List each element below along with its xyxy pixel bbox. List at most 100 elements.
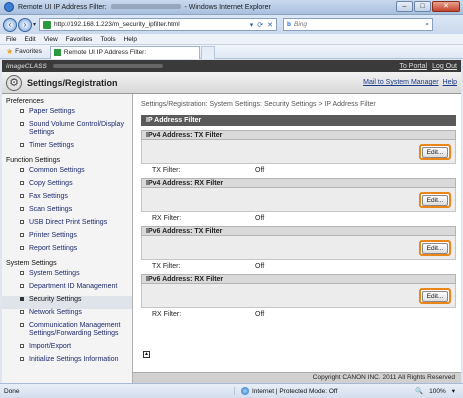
address-url[interactable]: http://192.168.1.223/m_security_ipfilter… [54, 21, 246, 28]
bullet-icon [20, 271, 24, 275]
favorites-bar: ★ Favorites Remote UI IP Address Filter: [0, 45, 463, 59]
setting-row: RX Filter: Off [141, 212, 456, 226]
page-header: ⚙ Settings/Registration Mail to System M… [2, 72, 461, 94]
menu-help[interactable]: Help [124, 36, 137, 43]
page-icon [43, 20, 52, 29]
menu-tools[interactable]: Tools [100, 36, 115, 43]
setting-row: RX Filter: Off [141, 308, 456, 322]
maximize-button[interactable]: □ [414, 1, 431, 12]
zone-text: Internet | Protected Mode: Off [252, 387, 338, 395]
ipv6-tx-edit-button[interactable]: Edit... [419, 240, 451, 256]
zoom-level: 100% [429, 387, 446, 395]
search-input[interactable]: Bing [294, 21, 425, 28]
stop-icon[interactable]: ✕ [267, 21, 273, 29]
close-button[interactable]: ✕ [432, 1, 460, 12]
menu-edit[interactable]: Edit [24, 36, 35, 43]
back-button[interactable]: ‹ [3, 17, 17, 32]
scroll-to-top-icon[interactable]: ▲ [143, 351, 150, 358]
sidebar-item-report-settings[interactable]: Report Settings [2, 245, 132, 258]
bullet-icon [20, 220, 24, 224]
redacted-model-name [110, 4, 181, 10]
bullet-icon [20, 143, 24, 147]
group-toolbar: Edit... [141, 284, 456, 308]
sidebar-item-sound-volume[interactable]: Sound Volume Control/Display Settings [2, 121, 132, 142]
forward-button[interactable]: › [18, 17, 32, 32]
page-header-title: Settings/Registration [27, 77, 118, 88]
sidebar-item-printer-settings[interactable]: Printer Settings [2, 232, 132, 245]
tab-page-icon [53, 49, 61, 56]
sidebar-item-fax-settings[interactable]: Fax Settings [2, 193, 132, 206]
ipv4-rx-edit-button[interactable]: Edit... [419, 192, 451, 208]
redacted-device-model [52, 64, 163, 68]
menu-view[interactable]: View [44, 36, 58, 43]
sidebar-item-security-settings[interactable]: Security Settings [2, 296, 132, 309]
group-title: IPv4 Address: TX Filter [141, 130, 456, 140]
new-tab-button[interactable] [200, 45, 215, 59]
bullet-icon [20, 181, 24, 185]
sidebar-item-communication-management[interactable]: Communication Management Settings/Forwar… [2, 322, 132, 343]
help-link[interactable]: Help [443, 79, 457, 86]
to-portal-link[interactable]: To Portal [399, 63, 427, 70]
favorites-button[interactable]: Favorites [15, 48, 42, 55]
sidebar-section-system: System Settings [6, 260, 57, 267]
browser-tab[interactable]: Remote UI IP Address Filter: [49, 45, 200, 59]
zoom-dropdown-icon[interactable]: ▾ [452, 387, 455, 395]
ipv4-rx-filter-group: IPv4 Address: RX Filter Edit... RX Filte… [141, 178, 456, 226]
sidebar-item-initialize-settings[interactable]: Initialize Settings Information [2, 356, 132, 369]
setting-value: Off [255, 215, 265, 222]
group-title: IPv4 Address: RX Filter [141, 178, 456, 188]
window-controls: – □ ✕ [396, 1, 460, 12]
setting-row: TX Filter: Off [141, 260, 456, 274]
menu-file[interactable]: File [6, 36, 16, 43]
sidebar-item-system-settings[interactable]: System Settings [2, 270, 132, 283]
address-bar[interactable]: http://192.168.1.223/m_security_ipfilter… [39, 18, 278, 31]
mail-to-system-manager-link[interactable]: Mail to System Manager [363, 79, 438, 86]
main-panel: Settings/Registration: System Settings: … [141, 100, 456, 322]
setting-value: Off [255, 167, 265, 174]
settings-gear-icon: ⚙ [6, 74, 22, 91]
menu-favorites[interactable]: Favorites [66, 36, 93, 43]
favorites-star-icon[interactable]: ★ [6, 47, 13, 56]
search-icon[interactable]: ⌕ [425, 21, 429, 29]
log-out-link[interactable]: Log Out [432, 63, 457, 70]
ipv4-tx-edit-button[interactable]: Edit... [419, 144, 451, 160]
setting-row: TX Filter: Off [141, 164, 456, 178]
zoom-icon: 🔍 [415, 388, 424, 395]
page-title: IP Address Filter [141, 115, 456, 126]
compat-view-icon[interactable]: ▾ [250, 21, 254, 29]
edit-button-label: Edit... [422, 194, 448, 206]
bullet-icon [20, 357, 24, 361]
sidebar-item-copy-settings[interactable]: Copy Settings [2, 180, 132, 193]
bullet-icon [20, 246, 24, 250]
bullet-icon [20, 109, 24, 113]
sidebar-item-paper-settings[interactable]: Paper Settings [2, 108, 132, 121]
history-dropdown-icon[interactable]: ▾ [33, 21, 36, 28]
sidebar-item-scan-settings[interactable]: Scan Settings [2, 206, 132, 219]
sidebar-item-department-id[interactable]: Department ID Management [2, 283, 132, 296]
ipv6-rx-filter-group: IPv6 Address: RX Filter Edit... RX Filte… [141, 274, 456, 322]
sidebar-item-timer-settings[interactable]: Timer Settings [2, 142, 132, 155]
setting-value: Off [255, 311, 265, 318]
edit-button-label: Edit... [422, 290, 448, 302]
window-title: Remote UI IP Address Filter: - Windows I… [18, 4, 271, 11]
search-box[interactable]: b Bing ⌕ [283, 18, 434, 31]
breadcrumb: Settings/Registration: System Settings: … [141, 101, 376, 108]
sidebar-item-common-settings[interactable]: Common Settings [2, 167, 132, 180]
brand-logo: imageCLASS [6, 62, 47, 70]
security-zone[interactable]: Internet | Protected Mode: Off [234, 387, 374, 395]
sidebar-item-import-export[interactable]: Import/Export [2, 343, 132, 356]
group-toolbar: Edit... [141, 236, 456, 260]
window-title-suffix: - Windows Internet Explorer [184, 3, 271, 11]
bullet-icon [20, 233, 24, 237]
zoom-control[interactable]: 🔍 100% ▾ [415, 387, 455, 396]
minimize-button[interactable]: – [396, 1, 413, 12]
ipv6-rx-edit-button[interactable]: Edit... [419, 288, 451, 304]
sidebar-item-usb-direct-print[interactable]: USB Direct Print Settings [2, 219, 132, 232]
refresh-icon[interactable]: ⟳ [257, 21, 263, 29]
window-title-prefix: Remote UI IP Address Filter: [18, 3, 107, 11]
setting-label: TX Filter: [152, 167, 181, 174]
sidebar-item-network-settings[interactable]: Network Settings [2, 309, 132, 322]
bullet-icon [20, 122, 24, 126]
status-text: Done [4, 387, 20, 395]
group-toolbar: Edit... [141, 140, 456, 164]
